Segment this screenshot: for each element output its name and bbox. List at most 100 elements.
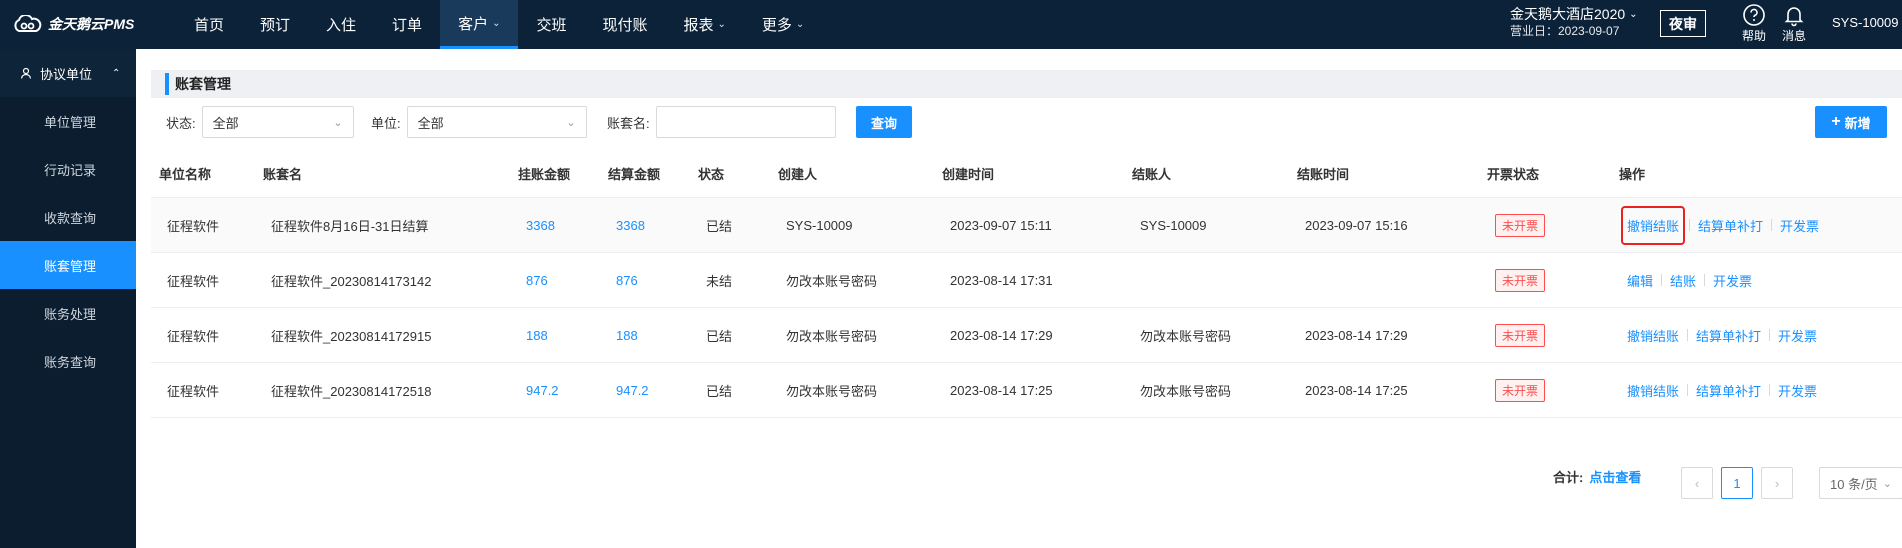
pagination: ‹ 1 › 10 条/页 ⌄ — [1681, 467, 1902, 499]
chevron-down-icon: ⌄ — [795, 19, 805, 30]
creator-cell: SYS-10009 — [786, 217, 853, 233]
sidebar-group-agreement-units[interactable]: 协议单位 ⌃ — [0, 49, 136, 97]
bell-icon — [1784, 7, 1804, 27]
page-size-select[interactable]: 10 条/页 ⌄ — [1819, 467, 1902, 499]
sidebar-item-0[interactable]: 单位管理 — [0, 97, 136, 145]
unit-select[interactable]: 全部 ⌄ — [406, 106, 587, 138]
column-header: 结账人 — [1132, 167, 1172, 182]
add-button[interactable]: + 新增 — [1815, 106, 1887, 138]
settle-amount-cell[interactable]: 947.2 — [608, 383, 698, 398]
account-name-input[interactable] — [655, 106, 836, 138]
operations-cell: 撤销结账 结算单补打 开发票 — [1619, 326, 1899, 345]
row-actions: 编辑 结账 开发票 — [1627, 271, 1899, 290]
sidebar-item-4[interactable]: 账务处理 — [0, 289, 136, 337]
sidebar-group-label: 协议单位 — [40, 66, 93, 82]
nav-item-label: 客户 — [458, 15, 489, 33]
charge-amount-cell[interactable]: 876 — [518, 273, 608, 288]
row-action-link[interactable]: 结算单补打 — [1696, 326, 1761, 345]
app-logo[interactable]: 金天鹅云PMS — [12, 14, 134, 34]
hotel-selector[interactable]: 金天鹅大酒店2020 ⌄ 营业日：2023-09-07 — [1510, 6, 1638, 40]
row-action-link[interactable]: 结算单补打 — [1698, 216, 1763, 235]
next-page-button[interactable]: › — [1761, 467, 1793, 499]
action-divider — [1687, 329, 1689, 341]
chevron-down-icon: ⌄ — [717, 19, 726, 30]
account-set-name-cell: 征程软件_20230814172915 — [271, 328, 432, 344]
nav-item-1[interactable]: 预订 — [242, 0, 308, 49]
operations-cell: 撤销结账 结算单补打 开发票 — [1619, 205, 1899, 245]
title-accent-bar — [165, 73, 169, 95]
help-button[interactable]: 帮助 — [1742, 3, 1766, 44]
view-total-link[interactable]: 点击查看 — [1589, 467, 1641, 486]
status-select[interactable]: 全部 ⌄ — [201, 106, 354, 138]
hotel-name: 金天鹅大酒店2020 — [1510, 6, 1626, 22]
row-action-link[interactable]: 撤销结账 — [1627, 326, 1679, 345]
nav-item-label: 报表 — [683, 17, 714, 34]
nav-item-8[interactable]: 更多 ⌄ — [744, 0, 822, 49]
row-action-link[interactable]: 撤销结账 — [1627, 381, 1679, 400]
nav-item-0[interactable]: 首页 — [176, 0, 242, 49]
row-action-link[interactable]: 开发票 — [1713, 271, 1752, 290]
column-header: 操作 — [1619, 167, 1646, 182]
invoice-status-cell: 未开票 — [1487, 378, 1619, 402]
chevron-right-icon: › — [1774, 475, 1780, 491]
settle-amount-cell[interactable]: 188 — [608, 328, 698, 343]
settle-amount-cell[interactable]: 3368 — [608, 218, 698, 233]
charge-amount-cell[interactable]: 3368 — [518, 218, 608, 233]
nav-item-4[interactable]: 客户 ⌄ — [440, 0, 519, 49]
row-action-link[interactable]: 编辑 — [1627, 271, 1653, 290]
row-action-link[interactable]: 开发票 — [1778, 326, 1817, 345]
page-number-current[interactable]: 1 — [1721, 467, 1753, 499]
invoice-status-badge: 未开票 — [1495, 323, 1546, 347]
account-set-name-cell: 征程软件8月16日-31日结算 — [271, 218, 429, 234]
settle-amount-cell[interactable]: 876 — [608, 273, 698, 288]
user-menu[interactable]: SYS-10009 — [1832, 15, 1899, 30]
nav-item-label: 预订 — [260, 17, 291, 34]
unit-name-cell: 征程软件 — [167, 273, 220, 289]
sidebar-item-label: 账务查询 — [44, 354, 97, 370]
sidebar-item-3[interactable]: 账套管理 — [0, 241, 136, 289]
page-title: 账套管理 — [175, 76, 231, 92]
status-label: 状态: — [166, 115, 196, 131]
charge-amount-cell[interactable]: 188 — [518, 328, 608, 343]
invoice-status-cell: 未开票 — [1487, 268, 1619, 292]
sidebar-item-5[interactable]: 账务查询 — [0, 337, 136, 385]
messages-button[interactable]: 消息 — [1782, 3, 1806, 44]
nav-item-5[interactable]: 交班 — [518, 0, 584, 49]
nav-item-2[interactable]: 入住 — [308, 0, 374, 49]
sidebar-item-1[interactable]: 行动记录 — [0, 145, 136, 193]
operations-cell: 编辑 结账 开发票 — [1619, 271, 1899, 290]
action-divider — [1704, 274, 1706, 286]
sidebar-item-2[interactable]: 收款查询 — [0, 193, 136, 241]
nav-item-6[interactable]: 现付账 — [584, 0, 665, 49]
top-bar: 金天鹅云PMS 首页 预订 入住 订单 客户 ⌄ 交班 现付账 报表 ⌄ 更多 ⌄ 金天鹅大酒店202… — [0, 0, 1902, 49]
nav-item-7[interactable]: 报表 ⌄ — [666, 0, 744, 49]
creator-cell: 勿改本账号密码 — [786, 328, 878, 344]
status-cell: 已结 — [706, 218, 733, 234]
invoice-status-badge: 未开票 — [1495, 213, 1546, 237]
row-action-link[interactable]: 结算单补打 — [1696, 381, 1761, 400]
row-action-link[interactable]: 结账 — [1670, 271, 1696, 290]
night-audit-button[interactable]: 夜审 — [1660, 10, 1706, 37]
query-button[interactable]: 查询 — [856, 106, 912, 138]
charge-amount-cell[interactable]: 947.2 — [518, 383, 608, 398]
chevron-down-icon: ⌄ — [1629, 9, 1638, 20]
table-row: 征程软件 征程软件8月16日-31日结算 3368 3368 已结 SYS-10009 20… — [151, 198, 1902, 253]
column-header: 开票状态 — [1487, 167, 1540, 182]
prev-page-button[interactable]: ‹ — [1681, 467, 1713, 499]
sidebar-item-label: 行动记录 — [44, 162, 97, 178]
column-header: 挂账金额 — [518, 167, 571, 182]
invoice-status-badge: 未开票 — [1495, 268, 1546, 292]
name-filter: 账套名: — [607, 106, 836, 138]
row-action-link[interactable]: 开发票 — [1778, 381, 1817, 400]
unit-label: 单位: — [371, 115, 401, 131]
add-button-label: 新增 — [1844, 115, 1871, 131]
unit-name-cell: 征程软件 — [167, 328, 220, 344]
page-header: 账套管理 — [151, 70, 1902, 98]
row-actions: 撤销结账 结算单补打 开发票 — [1621, 205, 1899, 245]
column-header: 结账时间 — [1297, 167, 1350, 182]
row-action-link[interactable]: 撤销结账 — [1621, 205, 1686, 245]
nav-item-label: 首页 — [194, 17, 225, 34]
nav-item-3[interactable]: 订单 — [374, 0, 440, 49]
chevron-down-icon: ⌄ — [1882, 477, 1892, 490]
row-action-link[interactable]: 开发票 — [1780, 216, 1819, 235]
